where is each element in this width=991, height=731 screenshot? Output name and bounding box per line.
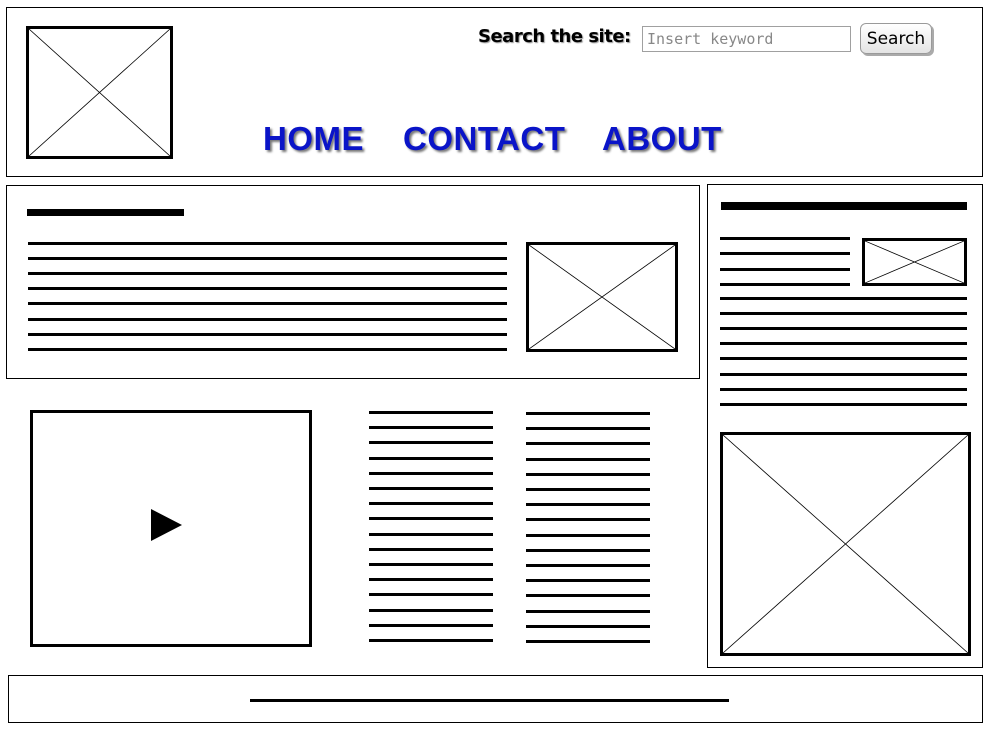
sidebar-text-line [720,357,967,361]
column-text-line [369,532,493,536]
column-text-line [369,471,493,475]
column-text-line [369,411,493,414]
column-text-line [369,578,493,582]
column-text-line [526,533,650,537]
sidebar-text-line [720,297,967,300]
search-button[interactable]: Search [860,23,932,54]
sidebar-text-line [720,267,850,271]
column-text-line [526,609,650,613]
sidebar-heading-bar [721,202,967,210]
sidebar-text-line [720,342,967,346]
article-text-line [28,257,507,261]
column-text-line [369,441,493,445]
column-text-line [369,456,493,460]
article-heading-bar [27,209,184,216]
column-text-line [526,640,650,643]
column-text-line [369,502,493,506]
nav-about-link[interactable]: ABOUT [602,120,722,158]
column-text-line [526,427,650,431]
column-text-line [369,608,493,612]
sidebar-text-line [720,402,967,406]
search-input[interactable] [642,26,851,52]
article-text-line [28,287,507,291]
column-text-line [369,563,493,566]
column-text-line [526,472,650,476]
article-text-line [28,317,507,321]
article-text-line [28,242,507,245]
article-text-line [28,302,507,306]
column-text-line [526,457,650,461]
sidebar-text-line [720,237,850,240]
column-text-line [526,488,650,491]
video-player[interactable] [30,410,312,647]
sidebar-thumbnail-placeholder-icon[interactable] [862,238,967,286]
play-icon[interactable] [151,509,182,541]
logo-placeholder-icon[interactable] [26,26,173,159]
column-text-line [526,594,650,598]
column-text-line [369,593,493,597]
column-text-line [369,487,493,490]
column-text-line [369,623,493,627]
article-text-line [28,347,507,351]
column-text-line [369,639,493,642]
column-text-line [526,412,650,415]
search-label: Search the site: [478,26,631,47]
column-text-line [526,624,650,628]
column-text-line [526,579,650,583]
nav-contact-link[interactable]: CONTACT [403,120,565,158]
footer-text-line [250,699,729,702]
sidebar-text-line [720,387,967,391]
column-text-line [526,442,650,446]
nav-home-link[interactable]: HOME [263,120,364,158]
column-text-line [526,503,650,507]
article-text-line [28,272,507,276]
column-text-line [526,564,650,567]
sidebar-text-line [720,327,967,331]
column-text-line [526,548,650,552]
sidebar-text-line [720,372,967,376]
article-image-placeholder-icon[interactable] [526,242,678,352]
article-text-line [28,332,507,336]
sidebar-text-line [720,282,850,286]
sidebar-text-line [720,252,850,256]
column-text-line [369,517,493,521]
sidebar-text-line [720,312,967,316]
column-text-line [526,518,650,522]
sidebar-large-image-placeholder-icon[interactable] [720,432,971,656]
column-text-line [369,426,493,430]
column-text-line [369,547,493,551]
